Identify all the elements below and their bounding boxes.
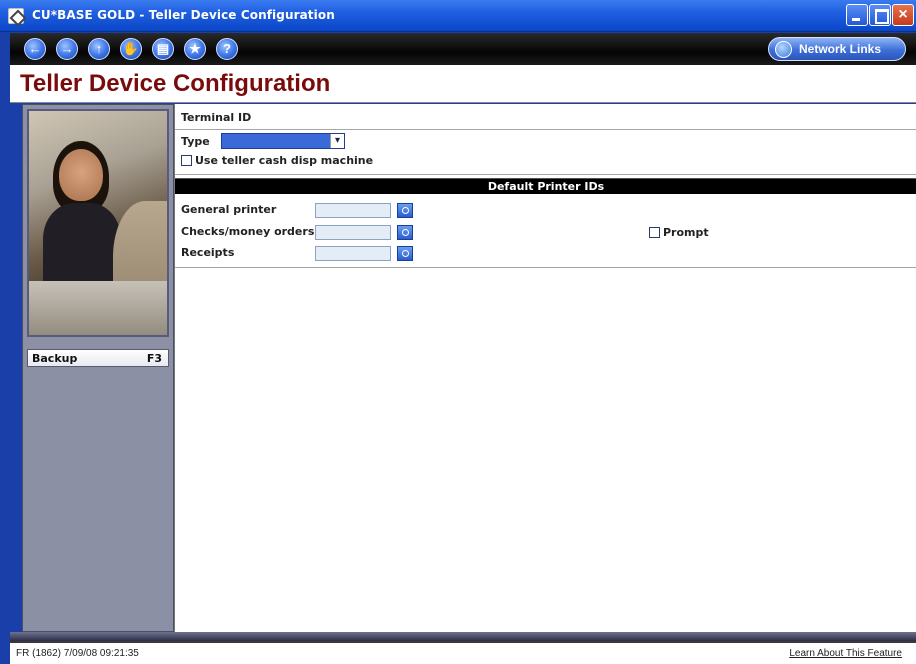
photo-face (59, 149, 103, 201)
checks-money-orders-input[interactable] (315, 225, 391, 240)
minimize-button[interactable] (846, 4, 868, 26)
page-title: Teller Device Configuration (20, 70, 331, 97)
prompt-label: Prompt (663, 226, 709, 239)
checks-money-orders-label: Checks/money orders (181, 225, 315, 238)
divider (175, 129, 916, 130)
window-title: CU*BASE GOLD - Teller Device Configurati… (32, 8, 335, 22)
network-links-button[interactable]: Network Links (768, 37, 906, 61)
bottom-band (10, 632, 916, 641)
forward-button[interactable]: → (56, 38, 78, 60)
chevron-down-icon[interactable]: ▾ (330, 134, 344, 148)
forward-icon: → (60, 41, 74, 56)
section-header: Default Printer IDs (175, 178, 916, 194)
general-printer-label: General printer (181, 203, 277, 216)
receipts-label: Receipts (181, 246, 235, 259)
title-bar[interactable]: CU*BASE GOLD - Teller Device Configurati… (0, 0, 916, 32)
type-select[interactable]: ▾ (221, 133, 345, 149)
globe-icon (775, 41, 792, 58)
navigation-toolbar: ← → ↑ ✋ ▤ ★ ? Network Links (10, 33, 916, 65)
hand-icon: ✋ (122, 41, 140, 56)
use-teller-cash-checkbox[interactable] (181, 155, 192, 166)
terminal-id-label: Terminal ID (181, 111, 252, 124)
close-icon: × (898, 6, 908, 23)
general-printer-input[interactable] (315, 203, 391, 218)
status-bar: FR (1862) 7/09/08 09:21:35 Learn About T… (10, 641, 916, 664)
divider (175, 174, 916, 175)
close-button[interactable]: × (892, 4, 914, 26)
session-status: FR (1862) 7/09/08 09:21:35 (16, 648, 139, 659)
back-icon: ← (28, 41, 42, 56)
stop-button[interactable]: ✋ (120, 38, 142, 60)
print-button[interactable]: ▤ (152, 38, 174, 60)
divider (175, 267, 916, 268)
prompt-checkbox[interactable] (649, 227, 660, 238)
checks-money-orders-lookup-button[interactable] (397, 225, 413, 240)
star-icon: ★ (189, 41, 201, 56)
receipts-lookup-button[interactable] (397, 246, 413, 261)
network-links-label: Network Links (799, 42, 882, 56)
photo-desk (29, 281, 167, 335)
type-label: Type (181, 135, 210, 148)
application-window: CU*BASE GOLD - Teller Device Configurati… (0, 0, 916, 664)
backup-label: Backup (32, 352, 78, 365)
favorites-button[interactable]: ★ (184, 38, 206, 60)
main-content: Terminal ID Type ▾ Use teller cash disp … (174, 104, 916, 632)
teller-photo (27, 109, 169, 337)
use-teller-cash-label: Use teller cash disp machine (195, 154, 374, 167)
up-icon: ↑ (95, 41, 103, 56)
up-button[interactable]: ↑ (88, 38, 110, 60)
receipts-input[interactable] (315, 246, 391, 261)
back-button[interactable]: ← (24, 38, 46, 60)
maximize-button[interactable] (869, 4, 891, 26)
print-icon: ▤ (156, 41, 170, 56)
app-icon (8, 8, 24, 24)
help-icon: ? (223, 41, 231, 56)
photo-body (43, 203, 121, 293)
general-printer-lookup-button[interactable] (397, 203, 413, 218)
learn-about-link[interactable]: Learn About This Feature (789, 648, 902, 659)
backup-button[interactable]: Backup F3 (27, 349, 169, 367)
help-button[interactable]: ? (216, 38, 238, 60)
left-sidebar: Backup F3 (22, 104, 174, 632)
backup-shortcut: F3 (146, 352, 162, 365)
page-header: Teller Device Configuration (10, 65, 916, 103)
section-title: Default Printer IDs (487, 180, 605, 193)
